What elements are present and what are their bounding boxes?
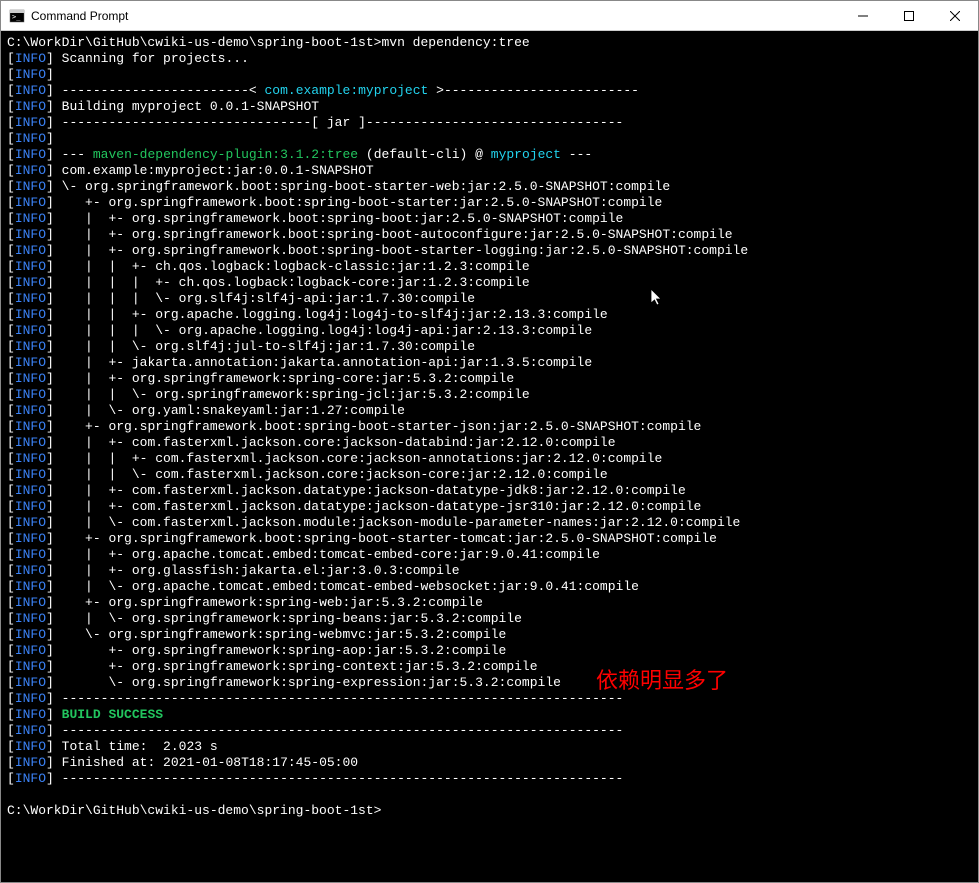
close-button[interactable] [932, 1, 978, 30]
output-line: [INFO] Finished at: 2021-01-08T18:17:45-… [7, 755, 972, 771]
dependency-tree-line: [INFO] \- org.springframework:spring-exp… [7, 675, 972, 691]
output-line: [INFO] Building myproject 0.0.1-SNAPSHOT [7, 99, 972, 115]
dependency-tree-line: [INFO] | | +- com.fasterxml.jackson.core… [7, 451, 972, 467]
dependency-tree-line: [INFO] | | \- org.slf4j:jul-to-slf4j:jar… [7, 339, 972, 355]
titlebar[interactable]: >_ Command Prompt [1, 1, 978, 31]
dependency-tree-line: [INFO] +- org.springframework.boot:sprin… [7, 531, 972, 547]
dependency-tree-line: [INFO] +- org.springframework:spring-web… [7, 595, 972, 611]
output-line: [INFO] [7, 131, 972, 147]
terminal-output[interactable]: C:\WorkDir\GitHub\cwiki-us-demo\spring-b… [1, 31, 978, 882]
dependency-tree-line: [INFO] | | \- com.fasterxml.jackson.core… [7, 467, 972, 483]
dependency-tree-line: [INFO] | | +- ch.qos.logback:logback-cla… [7, 259, 972, 275]
dependency-tree-line: [INFO] | +- org.springframework.boot:spr… [7, 227, 972, 243]
dependency-tree-line: [INFO] | | \- org.springframework:spring… [7, 387, 972, 403]
dependency-tree-line: [INFO] | | +- org.apache.logging.log4j:l… [7, 307, 972, 323]
prompt-line: C:\WorkDir\GitHub\cwiki-us-demo\spring-b… [7, 803, 972, 819]
dependency-tree-line: [INFO] | | | \- org.apache.logging.log4j… [7, 323, 972, 339]
dependency-tree-line: [INFO] | | | \- org.slf4j:slf4j-api:jar:… [7, 291, 972, 307]
window-title: Command Prompt [31, 9, 840, 23]
dependency-tree-line: [INFO] \- org.springframework:spring-web… [7, 627, 972, 643]
dependency-tree-line: [INFO] +- org.springframework:spring-aop… [7, 643, 972, 659]
dependency-tree-line: [INFO] | +- org.springframework:spring-c… [7, 371, 972, 387]
output-line: [INFO] ---------------------------------… [7, 723, 972, 739]
dependency-tree-line: [INFO] | \- org.apache.tomcat.embed:tomc… [7, 579, 972, 595]
output-line: [INFO] BUILD SUCCESS [7, 707, 972, 723]
dependency-tree-line: [INFO] | +- org.springframework.boot:spr… [7, 243, 972, 259]
output-line: [INFO] Scanning for projects... [7, 51, 972, 67]
dependency-tree-line: [INFO] | \- com.fasterxml.jackson.module… [7, 515, 972, 531]
dependency-tree-line: [INFO] | +- jakarta.annotation:jakarta.a… [7, 355, 972, 371]
maximize-button[interactable] [886, 1, 932, 30]
minimize-button[interactable] [840, 1, 886, 30]
dependency-tree-line: [INFO] | +- org.apache.tomcat.embed:tomc… [7, 547, 972, 563]
dependency-tree-line: [INFO] | \- org.springframework:spring-b… [7, 611, 972, 627]
dependency-tree-line: [INFO] | +- com.fasterxml.jackson.core:j… [7, 435, 972, 451]
blank-line [7, 787, 972, 803]
dependency-tree-line: [INFO] | +- org.glassfish:jakarta.el:jar… [7, 563, 972, 579]
window-controls [840, 1, 978, 30]
output-line: [INFO] Total time: 2.023 s [7, 739, 972, 755]
output-line: [INFO] ------------------------< com.exa… [7, 83, 972, 99]
dependency-tree-line: [INFO] | +- org.springframework.boot:spr… [7, 211, 972, 227]
dependency-tree-line: [INFO] | \- org.yaml:snakeyaml:jar:1.27:… [7, 403, 972, 419]
output-line: [INFO] ---------------------------------… [7, 771, 972, 787]
command-prompt-window: >_ Command Prompt C:\WorkDir\GitHub\cwik… [0, 0, 979, 883]
dependency-tree-line: [INFO] | | | +- ch.qos.logback:logback-c… [7, 275, 972, 291]
svg-text:>_: >_ [12, 13, 21, 21]
output-line: [INFO] ---------------------------------… [7, 691, 972, 707]
cmd-icon: >_ [9, 8, 25, 24]
output-line: [INFO] com.example:myproject:jar:0.0.1-S… [7, 163, 972, 179]
dependency-tree-line: [INFO] | +- com.fasterxml.jackson.dataty… [7, 483, 972, 499]
output-line: [INFO] --- maven-dependency-plugin:3.1.2… [7, 147, 972, 163]
dependency-tree-line: [INFO] +- org.springframework.boot:sprin… [7, 195, 972, 211]
dependency-tree-line: [INFO] +- org.springframework.boot:sprin… [7, 419, 972, 435]
prompt-line: C:\WorkDir\GitHub\cwiki-us-demo\spring-b… [7, 35, 972, 51]
output-line: [INFO] [7, 67, 972, 83]
output-line: [INFO] --------------------------------[… [7, 115, 972, 131]
dependency-tree-line: [INFO] | +- com.fasterxml.jackson.dataty… [7, 499, 972, 515]
dependency-tree-line: [INFO] \- org.springframework.boot:sprin… [7, 179, 972, 195]
dependency-tree-line: [INFO] +- org.springframework:spring-con… [7, 659, 972, 675]
